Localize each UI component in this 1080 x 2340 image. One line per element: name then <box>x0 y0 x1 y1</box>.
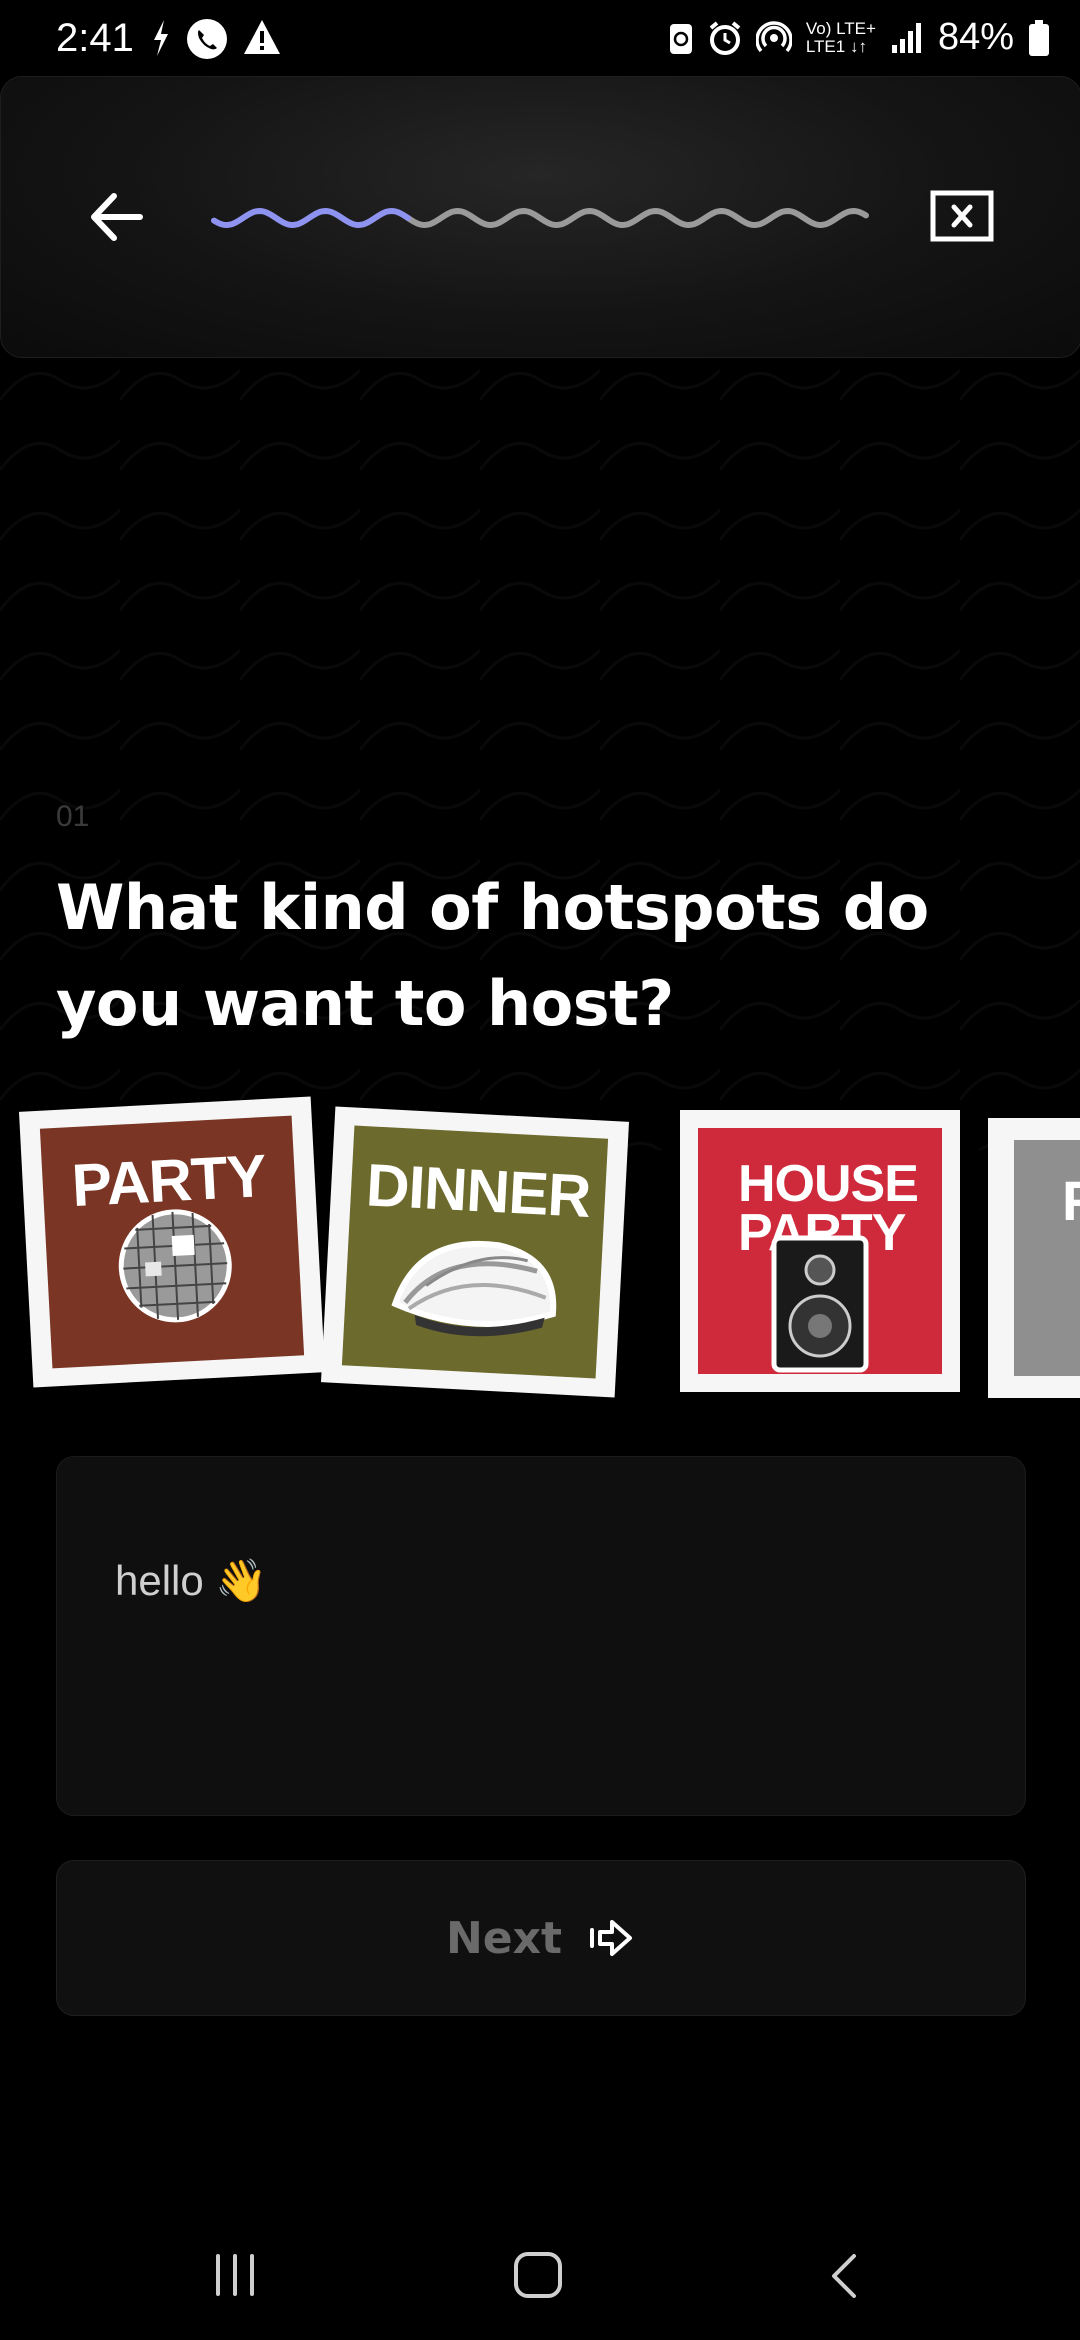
arrow-right-icon <box>590 1920 633 1956</box>
category-stamp-dinner[interactable]: DINNER <box>320 1106 630 1398</box>
sushi-icon <box>391 1241 557 1337</box>
battery-percent: 84% <box>937 16 1014 58</box>
speaker-icon <box>771 1235 869 1373</box>
stamp-art-partial: F <box>1014 1140 1080 1376</box>
hotspot-icon <box>755 20 792 52</box>
status-notification-icons <box>150 18 282 60</box>
status-time: 2:41 <box>56 16 134 60</box>
arrow-left-icon[interactable] <box>82 182 152 252</box>
status-right-icons: Vo) LTE+ LTE1 ↓↑ 84% <box>668 16 1050 59</box>
recents-icon[interactable] <box>210 2252 260 2298</box>
home-icon[interactable] <box>512 2250 564 2300</box>
question-title: What kind of hotspots do you want to hos… <box>56 871 929 1040</box>
progress-wave <box>211 207 869 229</box>
stamp-art-house-party: HOUSE PARTY <box>698 1128 942 1374</box>
question-number: 01 <box>56 800 90 833</box>
flash-icon <box>154 20 168 56</box>
stamp-label-dinner: DINNER <box>364 1151 592 1230</box>
stamp-label-partial: F <box>1062 1169 1080 1232</box>
data-saver-icon <box>669 23 692 54</box>
next-button[interactable]: Next <box>56 1860 1026 2016</box>
category-stamp-partial[interactable]: F <box>988 1118 1080 1398</box>
stamp-art-party: PARTY <box>39 1115 305 1369</box>
message-input-value: hello 👋 <box>115 1557 268 1604</box>
category-stamp-house-party[interactable]: HOUSE PARTY <box>680 1110 960 1392</box>
progress-fill <box>211 207 411 229</box>
close-box-icon[interactable] <box>930 190 994 242</box>
battery-icon <box>1029 19 1049 56</box>
next-button-label: Next <box>445 1912 563 1964</box>
alarm-icon <box>709 20 741 55</box>
message-input[interactable]: hello 👋 <box>56 1456 1026 1816</box>
stamp-art-dinner: DINNER <box>341 1125 609 1379</box>
category-stamp-party[interactable]: PARTY <box>18 1096 326 1388</box>
back-icon[interactable] <box>824 2250 864 2302</box>
warning-icon <box>244 20 280 54</box>
signal-icon <box>891 22 921 53</box>
category-carousel[interactable]: PARTY DINNER HOUSE PARTY F <box>0 1090 1080 1430</box>
status-bar: 2:41 Vo) LTE+ LTE1 ↓↑ 84% <box>0 0 1080 80</box>
progress-track <box>405 207 869 229</box>
phone-call-icon <box>187 19 227 59</box>
network-label: Vo) LTE+ LTE1 ↓↑ <box>805 18 876 56</box>
disco-ball-icon <box>118 1209 232 1323</box>
